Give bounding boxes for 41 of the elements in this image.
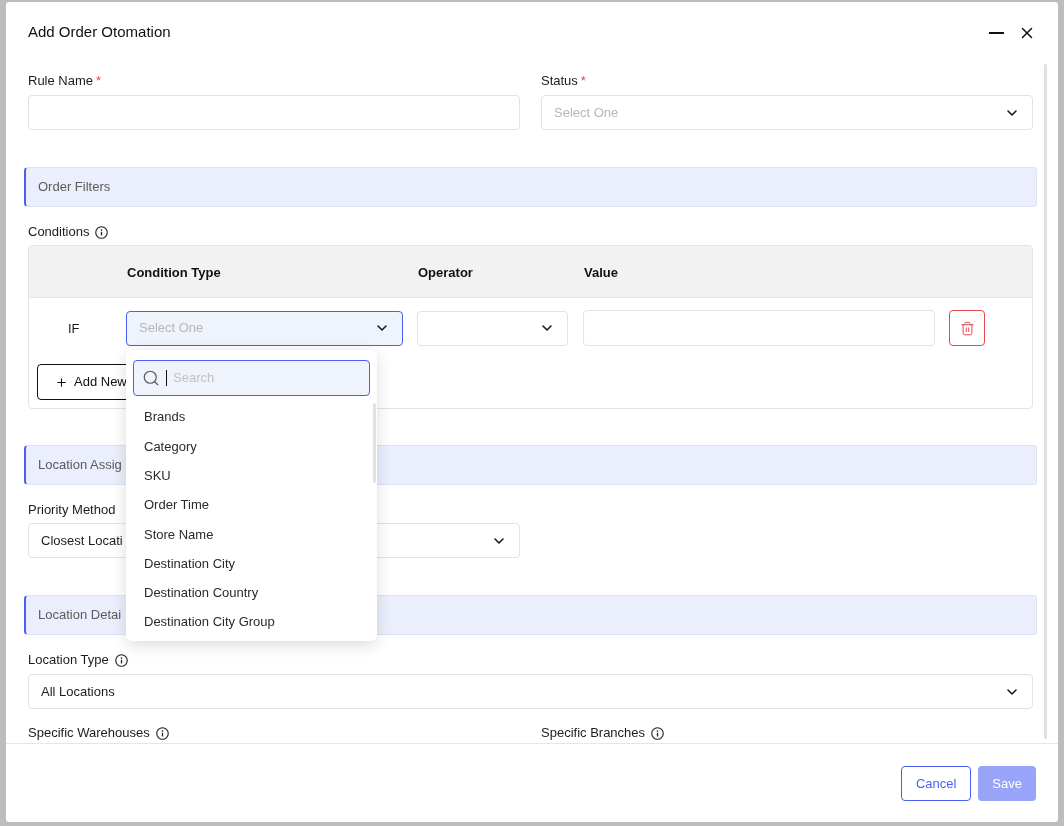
dropdown-option[interactable]: Destination Country: [126, 578, 373, 608]
text-cursor-icon: [166, 369, 167, 386]
section-title: Order Filters: [38, 178, 111, 197]
delete-button[interactable]: [949, 310, 985, 346]
search-icon: [142, 368, 160, 387]
scrollbar-thumb[interactable]: [373, 402, 376, 483]
column-header: Operator: [418, 264, 473, 280]
column-header: Value: [584, 264, 618, 280]
select-field[interactable]: [417, 310, 568, 346]
section-title: Location Assig: [38, 456, 122, 475]
dropdown-option[interactable]: Category: [126, 431, 373, 462]
dropdown-option[interactable]: Store Name: [126, 519, 373, 549]
field-label: Specific Warehouses: [28, 725, 150, 741]
field-label: Rule Name: [28, 73, 94, 89]
dropdown-option[interactable]: Order Time: [126, 490, 373, 520]
field-label: Priority Method: [28, 502, 116, 518]
minimize-icon: [989, 31, 1004, 34]
value-input[interactable]: [583, 310, 935, 346]
cancel-button[interactable]: Cancel: [900, 766, 972, 801]
select-field[interactable]: All Locations: [28, 674, 1033, 709]
field-label: Status: [541, 73, 578, 89]
condition-prefix: IF: [68, 321, 80, 336]
plus-icon: [55, 375, 68, 389]
section-title: Location Detai: [38, 606, 122, 625]
trash-icon: [959, 320, 975, 336]
dropdown-option[interactable]: Brands: [126, 402, 373, 432]
info-icon: [155, 726, 169, 740]
required-mark: *: [96, 73, 102, 89]
dropdown-option[interactable]: Destination City Group: [126, 607, 373, 637]
field-label: Specific Branches: [541, 725, 646, 741]
info-icon: [114, 653, 128, 667]
field-label: Location Type: [28, 652, 109, 668]
info-icon: [95, 225, 109, 239]
required-mark: *: [580, 73, 586, 89]
text-input[interactable]: [28, 95, 520, 130]
window-title: Add Order Otomation: [28, 22, 171, 43]
field-label: Conditions: [28, 224, 90, 240]
dropdown-option[interactable]: SKU: [126, 461, 373, 491]
info-icon: [651, 726, 665, 740]
column-header: Condition Type: [127, 264, 221, 280]
dropdown-option[interactable]: Destination City: [126, 549, 373, 579]
